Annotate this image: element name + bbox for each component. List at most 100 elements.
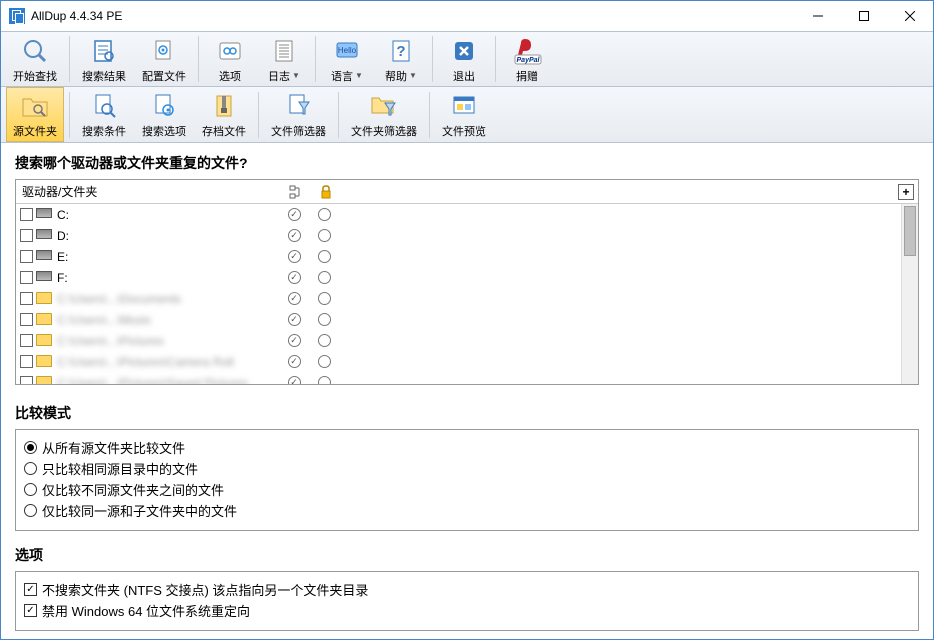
row-checkbox[interactable] [20, 229, 33, 242]
chevron-down-icon: ▼ [292, 71, 300, 80]
compare-mode-1[interactable]: 从所有源文件夹比较文件 [24, 438, 910, 457]
row-radio-1[interactable] [288, 250, 301, 263]
compare-mode-4[interactable]: 仅比较同一源和子文件夹中的文件 [24, 501, 910, 520]
row-radio-2[interactable] [318, 208, 331, 221]
row-radio-2[interactable] [318, 355, 331, 368]
row-radio-1[interactable] [288, 208, 301, 221]
exit-button[interactable]: 退出 [438, 32, 490, 87]
drive-icon [36, 208, 52, 218]
row-checkbox[interactable] [20, 271, 33, 284]
row-radio-2[interactable] [318, 229, 331, 242]
radio-icon [24, 441, 37, 454]
drive-icon [36, 271, 52, 281]
radio-icon [24, 483, 37, 496]
row-radio-1[interactable] [288, 313, 301, 326]
row-radio-1[interactable] [288, 229, 301, 242]
folder-table: 驱动器/文件夹 + C:D:E: F: C:\Users\...\Documents… [15, 179, 919, 385]
folder-filter-tab[interactable]: 文件夹筛选器 [344, 87, 424, 142]
search-results-button[interactable]: 搜索结果 [75, 32, 133, 87]
option-disable-wow64[interactable]: 禁用 Windows 64 位文件系统重定向 [24, 601, 910, 620]
drive-icon [36, 250, 52, 260]
compare-mode-title: 比较模式 [15, 403, 919, 423]
compare-mode-2[interactable]: 只比较相同源目录中的文件 [24, 459, 910, 478]
file-gear-icon [148, 90, 180, 122]
log-button[interactable]: 日志▼ [258, 32, 310, 87]
row-checkbox[interactable] [20, 250, 33, 263]
search-options-tab[interactable]: 搜索选项 [135, 87, 193, 142]
close-button[interactable] [887, 1, 933, 31]
file-preview-tab[interactable]: 文件预览 [435, 87, 493, 142]
row-radio-1[interactable] [288, 355, 301, 368]
folder-list: C:D:E: F: C:\Users\...\Documents C:\Users\.… [16, 204, 918, 384]
file-filter-tab[interactable]: 文件筛选器 [264, 87, 333, 142]
profiles-button[interactable]: 配置文件 [135, 32, 193, 87]
folder-icon [36, 334, 52, 346]
row-radio-1[interactable] [288, 334, 301, 347]
donate-button[interactable]: PayPal 捐赠 [501, 32, 553, 87]
vertical-scrollbar[interactable] [901, 204, 918, 384]
source-folder-tab[interactable]: 源文件夹 [6, 87, 64, 142]
row-checkbox[interactable] [20, 208, 33, 221]
options-button[interactable]: 选项 [204, 32, 256, 87]
separator [338, 92, 339, 138]
row-radio-2[interactable] [318, 313, 331, 326]
drive-icon [36, 229, 52, 239]
maximize-button[interactable] [841, 1, 887, 31]
magnifier-icon [19, 35, 51, 67]
folder-row[interactable]: C:\Users\...\Documents [16, 288, 918, 309]
row-radio-2[interactable] [318, 376, 331, 384]
row-checkbox[interactable] [20, 355, 33, 368]
folder-row[interactable]: C:\Users\...\Pictures\Camera Roll [16, 351, 918, 372]
add-folder-button[interactable]: + [898, 184, 914, 200]
row-checkbox[interactable] [20, 334, 33, 347]
compare-mode-3[interactable]: 仅比较不同源文件夹之间的文件 [24, 480, 910, 499]
help-icon: ? [385, 35, 417, 67]
folder-row[interactable]: C:\Users\...\Music [16, 309, 918, 330]
row-checkbox[interactable] [20, 376, 33, 384]
checkbox-icon [24, 604, 37, 617]
row-checkbox[interactable] [20, 292, 33, 305]
separator [432, 36, 433, 82]
language-button[interactable]: Hello 语言▼ [321, 32, 373, 87]
content-area: 搜索哪个驱动器或文件夹重复的文件? 驱动器/文件夹 + C:D:E:F:C:\U… [1, 143, 933, 639]
options-box: 不搜索文件夹 (NTFS 交接点) 该点指向另一个文件夹目录 禁用 Window… [15, 571, 919, 631]
minimize-button[interactable] [795, 1, 841, 31]
folder-row[interactable]: C: [16, 204, 918, 225]
start-search-button[interactable]: 开始查找 [6, 32, 64, 87]
lock-column-icon[interactable] [311, 185, 341, 199]
folder-header-label[interactable]: 驱动器/文件夹 [16, 183, 281, 200]
folder-row[interactable]: C:\Users\...\Pictures [16, 330, 918, 351]
app-icon [9, 8, 25, 24]
folder-row[interactable]: C:\Users\...\Pictures\Saved Pictures [16, 372, 918, 384]
row-radio-2[interactable] [318, 271, 331, 284]
row-radio-2[interactable] [318, 250, 331, 263]
folder-icon [36, 355, 52, 367]
archive-icon [208, 90, 240, 122]
row-radio-2[interactable] [318, 292, 331, 305]
archive-files-tab[interactable]: 存档文件 [195, 87, 253, 142]
row-label: C:\Users\...\Music [57, 313, 279, 327]
svg-text:?: ? [396, 43, 405, 60]
folder-icon [36, 292, 52, 304]
separator [198, 36, 199, 82]
folder-row[interactable]: E: [16, 246, 918, 267]
row-radio-1[interactable] [288, 376, 301, 384]
exit-icon [448, 35, 480, 67]
row-radio-1[interactable] [288, 271, 301, 284]
row-radio-2[interactable] [318, 334, 331, 347]
separator [315, 36, 316, 82]
help-button[interactable]: ? 帮助▼ [375, 32, 427, 87]
chevron-down-icon: ▼ [355, 71, 363, 80]
row-label: F: [57, 271, 279, 285]
row-radio-1[interactable] [288, 292, 301, 305]
folder-row[interactable]: D: [16, 225, 918, 246]
tree-column-icon[interactable] [281, 185, 311, 199]
row-label: C:\Users\...\Documents [57, 292, 279, 306]
folder-row[interactable]: F: [16, 267, 918, 288]
row-label: C:\Users\...\Pictures\Saved Pictures [57, 376, 279, 385]
option-ntfs-junction[interactable]: 不搜索文件夹 (NTFS 交接点) 该点指向另一个文件夹目录 [24, 580, 910, 599]
separator [495, 36, 496, 82]
row-checkbox[interactable] [20, 313, 33, 326]
checkbox-icon [24, 583, 37, 596]
search-criteria-tab[interactable]: 搜索条件 [75, 87, 133, 142]
